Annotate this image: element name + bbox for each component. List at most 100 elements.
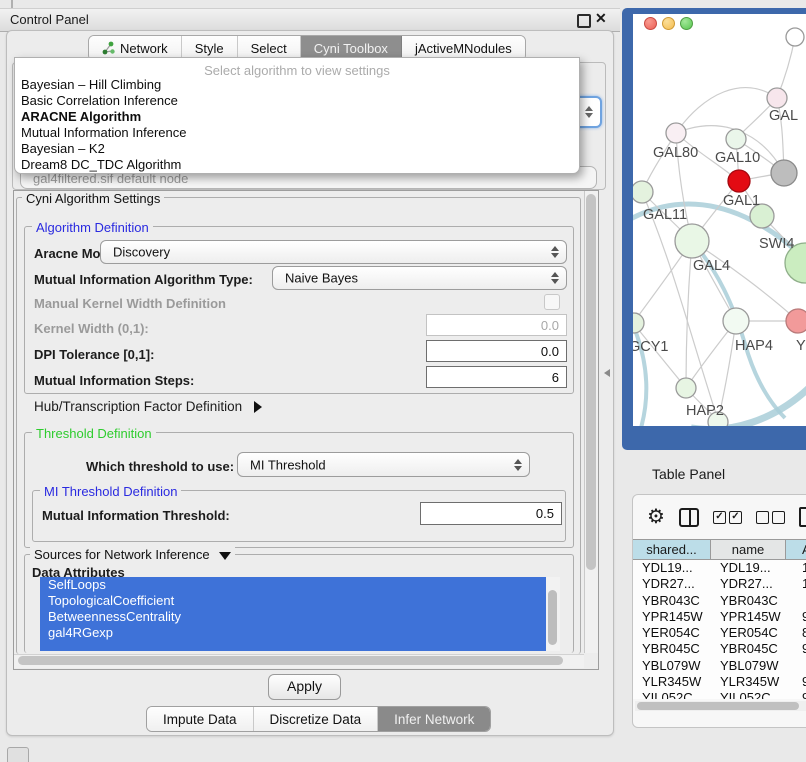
network-node[interactable] (676, 378, 696, 398)
kernel-width-label: Kernel Width (0,1): (34, 321, 149, 336)
sources-toggle[interactable]: Sources for Network Inference (30, 547, 235, 562)
network-node[interactable] (728, 170, 750, 192)
table-hscroll-thumb[interactable] (637, 702, 799, 710)
table-cell: YIL052C (633, 690, 711, 699)
bottom-left-partial-button[interactable] (7, 747, 29, 762)
table-cell: YBL079W (711, 658, 786, 674)
network-node-label: HAP4 (735, 338, 773, 354)
network-node-label: Y (796, 338, 806, 354)
algorithm-option[interactable]: Dream8 DC_TDC Algorithm (21, 157, 573, 173)
deselect-all-checks-icon[interactable] (756, 511, 785, 524)
which-threshold-combo[interactable]: MI Threshold (237, 452, 530, 477)
aracne-mode-combo[interactable]: Discovery (100, 240, 567, 264)
network-node-label: GAL1 (723, 193, 760, 209)
table-row[interactable]: YBR045CYBR045C9. (633, 641, 806, 657)
network-node[interactable] (633, 313, 644, 333)
settings-hscroll-thumb[interactable] (18, 656, 563, 665)
network-node-label: GAL80 (653, 145, 698, 161)
attribute-item[interactable]: BetweennessCentrality (40, 609, 554, 625)
network-graph: GALGAL80GAL10GAL1GAL11SWI4GAL4GCY1HAP4YH… (633, 14, 806, 426)
col-name[interactable]: name (711, 540, 786, 559)
node-table: shared... name A YDL19...YDL19...13YDR27… (633, 539, 806, 699)
attr-scroll-thumb[interactable] (548, 590, 557, 645)
table-row[interactable]: YER054CYER054C8. (633, 625, 806, 641)
apply-button[interactable]: Apply (268, 674, 341, 700)
algorithm-option[interactable]: Basic Correlation Inference (21, 93, 573, 109)
table-cell: YBR045C (711, 641, 786, 657)
table-cell (786, 593, 806, 609)
panel-title: Control Panel (10, 12, 89, 27)
table-cell: YBR043C (711, 593, 786, 609)
table-cell: YDR27... (633, 576, 711, 592)
mi-steps-field[interactable]: 6 (426, 366, 567, 388)
close-icon[interactable]: ✕ (595, 10, 607, 27)
table-cell: YDR27... (711, 576, 786, 592)
network-edge[interactable] (686, 241, 692, 388)
table-cell: YBR045C (633, 641, 711, 657)
settings-vscroll-thumb[interactable] (586, 194, 596, 570)
combo-arrows-icon (514, 459, 522, 471)
attribute-item[interactable]: SelfLoops (40, 577, 554, 593)
mi-threshold-field[interactable]: 0.5 (420, 502, 562, 525)
algorithm-option[interactable]: Bayesian – Hill Climbing (21, 77, 573, 93)
network-node[interactable] (786, 309, 806, 333)
chevron-down-icon (219, 552, 231, 560)
algorithm-option[interactable]: Bayesian – K2 (21, 141, 573, 157)
network-edge[interactable] (692, 241, 798, 321)
network-node[interactable] (723, 308, 749, 334)
top-edge-artifact (11, 0, 13, 8)
table-row[interactable]: YPR145WYPR145W9. (633, 609, 806, 625)
network-node[interactable] (726, 129, 746, 149)
select-all-checks-icon[interactable]: ✓ ✓ (713, 511, 742, 524)
manual-kernel-checkbox[interactable] (544, 294, 560, 310)
attr-list-scrollbar[interactable] (546, 577, 560, 651)
new-table-icon[interactable] (799, 507, 806, 527)
table-panel: ⚙ ✓ ✓ shared... name A YDL19...YDL19...1… (632, 494, 806, 728)
table-panel-title: Table Panel (652, 466, 725, 482)
splitter-collapse-icon[interactable] (604, 369, 610, 377)
attribute-item-partial[interactable] (40, 641, 546, 651)
table-row[interactable]: YDL19...YDL19...13 (633, 560, 806, 576)
mi-steps-label: Mutual Information Steps: (34, 373, 194, 388)
attribute-item[interactable]: gal4RGexp (40, 625, 554, 641)
network-canvas-area[interactable]: GALGAL80GAL10GAL1GAL11SWI4GAL4GCY1HAP4YH… (633, 14, 806, 426)
network-node[interactable] (633, 181, 653, 203)
mi-type-combo[interactable]: Naive Bayes (272, 266, 567, 290)
algorithm-option[interactable]: ARACNE Algorithm (21, 109, 573, 125)
hub-definition-toggle[interactable]: Hub/Transcription Factor Definition (34, 399, 262, 414)
tab-discretize-data[interactable]: Discretize Data (254, 707, 379, 731)
dpi-tolerance-label: DPI Tolerance [0,1]: (34, 347, 154, 362)
table-row[interactable]: YBR043CYBR043C (633, 593, 806, 609)
network-edge[interactable] (676, 88, 777, 133)
float-window-icon[interactable] (577, 14, 591, 28)
table-row[interactable]: YIL052CYIL052C9 (633, 690, 806, 699)
attribute-item[interactable]: TopologicalCoefficient (40, 593, 554, 609)
table-cell: 9. (786, 674, 806, 690)
gear-icon[interactable]: ⚙ (647, 507, 665, 527)
table-cell: 13 (786, 560, 806, 576)
network-node[interactable] (675, 224, 709, 258)
network-node[interactable] (767, 88, 787, 108)
network-node[interactable] (666, 123, 686, 143)
split-columns-icon[interactable] (679, 508, 699, 527)
table-row[interactable]: YDR27...YDR27...12 (633, 576, 806, 592)
table-row[interactable]: YBL079WYBL079W (633, 658, 806, 674)
network-node[interactable] (771, 160, 797, 186)
col-shared-name[interactable]: shared... (633, 540, 711, 559)
cyni-settings-title: Cyni Algorithm Settings (22, 191, 164, 206)
table-hscrollbar[interactable] (635, 701, 806, 711)
algorithm-option[interactable]: Mutual Information Inference (21, 125, 573, 141)
tab-infer-network[interactable]: Infer Network (378, 707, 490, 731)
table-row[interactable]: YLR345WYLR345W9. (633, 674, 806, 690)
table-cell: 9. (786, 609, 806, 625)
table-cell: 9 (786, 690, 806, 699)
dpi-tolerance-field[interactable]: 0.0 (426, 340, 567, 362)
col-avg[interactable]: A (786, 540, 806, 559)
network-node-label: SWI4 (759, 236, 794, 252)
mi-threshold-label: Mutual Information Threshold: (42, 508, 230, 523)
kernel-width-field[interactable]: 0.0 (426, 314, 567, 336)
network-node[interactable] (786, 28, 804, 46)
table-cell: YLR345W (711, 674, 786, 690)
table-cell: 12 (786, 576, 806, 592)
tab-impute-data[interactable]: Impute Data (147, 707, 254, 731)
